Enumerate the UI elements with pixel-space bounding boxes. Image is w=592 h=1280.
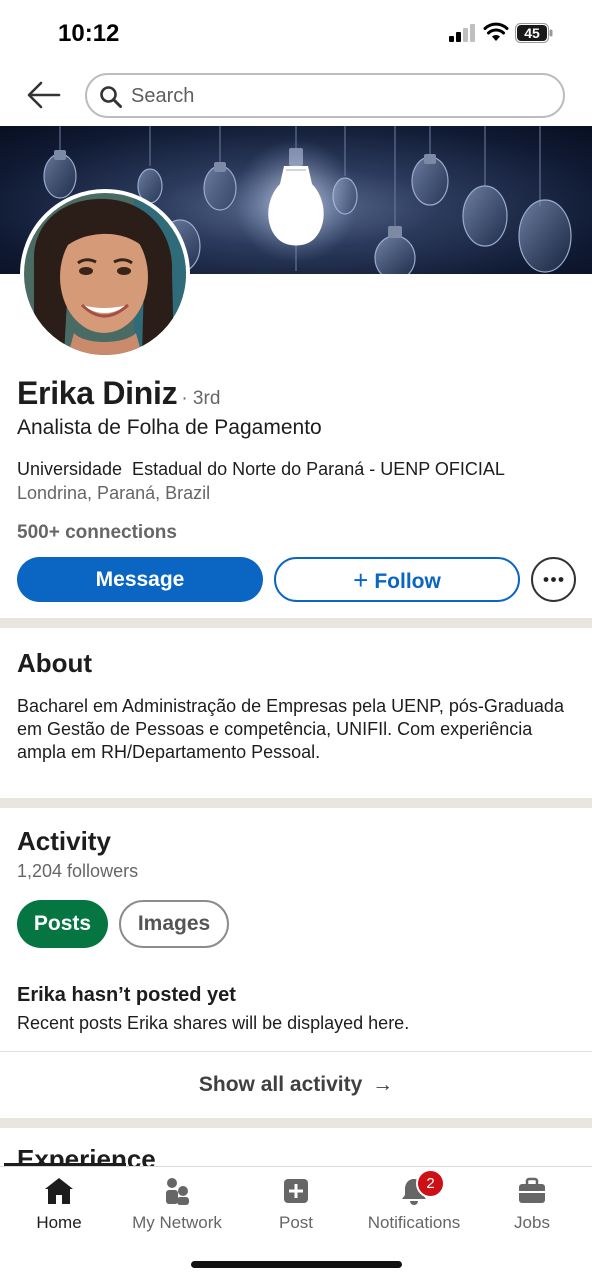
section-divider [0, 1118, 592, 1128]
nav-my-network-label: My Network [132, 1213, 222, 1232]
search-bar[interactable] [85, 73, 565, 118]
search-input[interactable] [131, 83, 531, 109]
show-all-activity-link[interactable]: Show all activity → [0, 1052, 592, 1118]
profile-avatar[interactable] [20, 189, 190, 359]
profile-education[interactable]: Universidade Estadual do Norte do Paraná… [17, 459, 505, 480]
nav-notifications-label: Notifications [367, 1213, 461, 1232]
follow-button[interactable]: + Follow [274, 557, 520, 602]
about-text: Bacharel em Administração de Empresas pe… [17, 696, 564, 762]
tab-posts[interactable]: Posts [17, 900, 108, 948]
name-row: Erika Diniz · 3rd [17, 375, 220, 412]
profile-headline: Analista de Folha de Pagamento [17, 416, 322, 439]
nav-post[interactable]: Post [237, 1167, 355, 1245]
back-arrow-icon[interactable] [26, 80, 62, 110]
section-divider [0, 798, 592, 808]
empty-activity-title: Erika hasn’t posted yet [17, 984, 236, 1006]
nav-jobs-label: Jobs [514, 1213, 550, 1232]
notifications-badge: 2 [416, 1169, 445, 1198]
activity-title: Activity [17, 826, 111, 856]
profile-location: Londrina, Paraná, Brazil [17, 483, 211, 503]
connection-degree: · 3rd [181, 388, 221, 409]
battery-icon: 45 [515, 23, 553, 43]
search-icon [100, 86, 122, 108]
top-bar [0, 66, 592, 126]
nav-home[interactable]: Home [0, 1167, 118, 1245]
about-title: About [17, 648, 93, 678]
more-dots-icon [543, 577, 564, 582]
connections-count[interactable]: 500+ connections [17, 522, 177, 544]
tab-images[interactable]: Images [119, 900, 229, 948]
empty-activity-subtitle: Recent posts Erika shares will be displa… [17, 1013, 410, 1033]
post-icon [284, 1179, 308, 1203]
message-button[interactable]: Message [17, 557, 263, 602]
home-icon [45, 1178, 73, 1204]
nav-post-label: Post [278, 1213, 314, 1232]
section-divider [0, 618, 592, 628]
nav-my-network[interactable]: My Network [118, 1167, 236, 1245]
cellular-signal-icon [449, 24, 475, 42]
follow-label: Follow [374, 570, 441, 593]
nav-notifications[interactable]: 2 Notifications [355, 1167, 473, 1245]
home-indicator[interactable] [191, 1261, 402, 1268]
status-time: 10:12 [58, 20, 120, 47]
status-bar: 10:12 45 [0, 0, 592, 66]
nav-home-label: Home [36, 1213, 82, 1232]
followers-count: 1,204 followers [17, 861, 139, 881]
briefcase-icon [519, 1177, 545, 1203]
show-all-label: Show all activity [198, 1073, 363, 1096]
plus-icon: + [353, 565, 369, 595]
nav-jobs[interactable]: Jobs [473, 1167, 591, 1245]
profile-name: Erika Diniz [17, 375, 178, 411]
battery-level: 45 [524, 25, 540, 41]
wifi-icon [483, 22, 509, 41]
more-options-button[interactable] [531, 557, 576, 602]
network-icon [166, 1178, 189, 1205]
arrow-right-icon: → [372, 1073, 394, 1096]
profile-photo [24, 193, 186, 355]
